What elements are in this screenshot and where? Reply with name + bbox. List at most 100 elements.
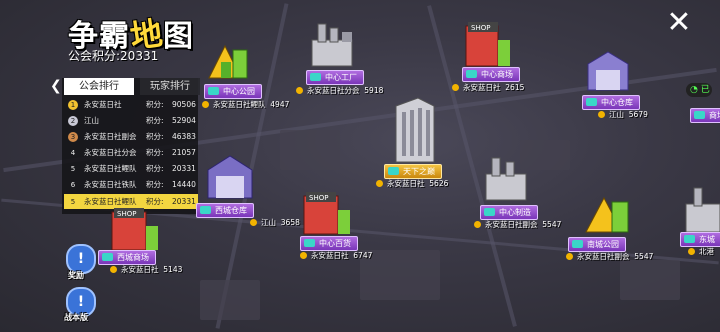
territory-label[interactable]: 中心制造: [480, 205, 538, 220]
rank-score-label: 积分:: [146, 132, 164, 141]
factory-building-icon[interactable]: [310, 22, 360, 68]
rank-row[interactable]: 2 江山 积分: 52904: [64, 113, 198, 128]
territory-name: 中心制造: [499, 208, 531, 217]
factory-building-icon[interactable]: [484, 154, 530, 202]
territory-label[interactable]: 中心公园: [204, 84, 262, 99]
guild-icon: [310, 73, 321, 81]
owner-score: 5547: [542, 220, 562, 229]
owner-dot-icon: [110, 266, 117, 273]
territory-name: 东城: [699, 235, 715, 244]
rank-score-label: 积分:: [146, 164, 164, 173]
territory-label[interactable]: 东城: [680, 232, 720, 247]
rank-score-value: 90506: [172, 100, 196, 109]
owner-name: 永安蓝日社鲤队: [213, 100, 266, 109]
territory-owner: 永安蓝日社 5143: [110, 264, 182, 275]
guild-icon: [102, 253, 113, 261]
owner-name: 永安蓝日社: [463, 83, 501, 92]
territory-label[interactable]: 南城公园: [568, 237, 626, 252]
guild-icon: [208, 87, 219, 95]
rank-score-label: 积分:: [146, 180, 164, 189]
my-rank-score: 20331: [172, 197, 196, 206]
collapse-arrow-icon[interactable]: ❮: [50, 78, 62, 95]
territory-name: 中心公园: [223, 87, 255, 96]
owner-score: 5679: [628, 110, 648, 119]
timer-badge: ◔ 已: [686, 83, 712, 97]
owner-score: 5143: [163, 265, 183, 274]
rank-score-label: 积分:: [146, 148, 164, 157]
owner-name: 永安蓝日社: [311, 251, 349, 260]
owner-dot-icon: [296, 87, 303, 94]
territory-label[interactable]: 中心商场: [462, 67, 520, 82]
rank-row[interactable]: 3 永安蓝日社副会 积分: 46383: [64, 129, 198, 144]
territory-label[interactable]: 中心工厂: [306, 70, 364, 85]
territory-label[interactable]: 商场: [690, 108, 720, 123]
rank-number: 5: [70, 165, 76, 173]
my-rank-number: 5: [70, 198, 76, 206]
rank-score-value: 21057: [172, 148, 196, 157]
owner-score: 5626: [429, 179, 449, 188]
guild-points-label: 公会积分:: [68, 49, 121, 63]
owner-dot-icon: [376, 180, 383, 187]
rank-score-label: 积分:: [146, 100, 164, 109]
territory-name: 天下之巅: [403, 167, 435, 176]
territory-name: 西城商场: [117, 253, 149, 262]
shop-building-icon[interactable]: SHOP: [300, 186, 352, 236]
shop-building-icon[interactable]: SHOP: [462, 18, 512, 68]
owner-name: 永安蓝日社: [387, 179, 425, 188]
rank-row[interactable]: 5 永安蓝日社鲤队 积分: 20331: [64, 161, 198, 176]
territory-name: 南城公园: [587, 240, 619, 249]
rank-row[interactable]: 6 永安蓝日社铁队 积分: 14440: [64, 177, 198, 192]
owner-name: 永安蓝日社副会: [485, 220, 538, 229]
reward-label: 奖励: [68, 271, 84, 280]
owner-dot-icon: [300, 252, 307, 259]
owner-score: 5918: [364, 86, 384, 95]
owner-dot-icon: [598, 111, 605, 118]
guild-icon: [586, 98, 597, 106]
tab-player-rank[interactable]: 玩家排行: [140, 78, 200, 95]
rank-row[interactable]: 1 永安蓝日社 积分: 90506: [64, 97, 198, 112]
factory-building-icon[interactable]: [684, 184, 720, 234]
tower-building-icon[interactable]: [388, 96, 438, 166]
guild-icon: [694, 111, 705, 119]
owner-name: 永安蓝日社副会: [577, 252, 630, 261]
rank-guild-name: 永安蓝日社铁队: [84, 180, 137, 189]
territory-label[interactable]: 中心仓库: [582, 95, 640, 110]
owner-dot-icon: [566, 253, 573, 260]
warehouse-building-icon[interactable]: [584, 48, 632, 92]
tab-guild-rank[interactable]: 公会排行: [64, 78, 134, 95]
rank-number: 6: [70, 181, 76, 189]
owner-score: 5547: [634, 252, 654, 261]
owner-dot-icon: [474, 221, 481, 228]
shop-building-icon[interactable]: SHOP: [108, 202, 160, 252]
territory-label[interactable]: 西城商场: [98, 250, 156, 265]
park-building-icon[interactable]: [582, 190, 632, 236]
map-block: [620, 260, 680, 300]
territory-label[interactable]: 天下之巅: [384, 164, 442, 179]
park-building-icon[interactable]: [205, 40, 251, 82]
title-part: 图: [163, 19, 195, 54]
rank-score-label: 积分:: [146, 116, 164, 125]
territory-name: 商场: [709, 111, 720, 120]
guild-icon: [200, 206, 211, 214]
rank-row[interactable]: 4 永安蓝日社分会 积分: 21057: [64, 145, 198, 160]
svg-text:SHOP: SHOP: [309, 194, 328, 202]
warehouse-building-icon[interactable]: [204, 152, 256, 202]
guild-icon: [572, 240, 583, 248]
territory-owner: 永安蓝日社副会 5547: [474, 219, 561, 230]
owner-dot-icon: [250, 219, 257, 226]
territory-owner: 永安蓝日社 5626: [376, 178, 448, 189]
owner-name: 北港: [699, 247, 714, 256]
territory-label[interactable]: 西城仓库: [196, 203, 254, 218]
territory-label[interactable]: 中心百货: [300, 236, 358, 251]
guild-points-value: 20331: [120, 49, 159, 63]
owner-name: 永安蓝日社分会: [307, 86, 360, 95]
guild-points: 公会积分:20331: [68, 47, 158, 64]
rank-score-value: 46383: [172, 132, 196, 141]
guild-icon: [466, 70, 477, 78]
rank-score-value: 14440: [172, 180, 196, 189]
close-icon[interactable]: ✕: [664, 8, 694, 38]
owner-dot-icon: [452, 84, 459, 91]
territory-owner: 永安蓝日社鲤队 4947: [202, 99, 289, 110]
rank-number: 2: [68, 116, 78, 126]
rank-number: 1: [68, 100, 78, 110]
